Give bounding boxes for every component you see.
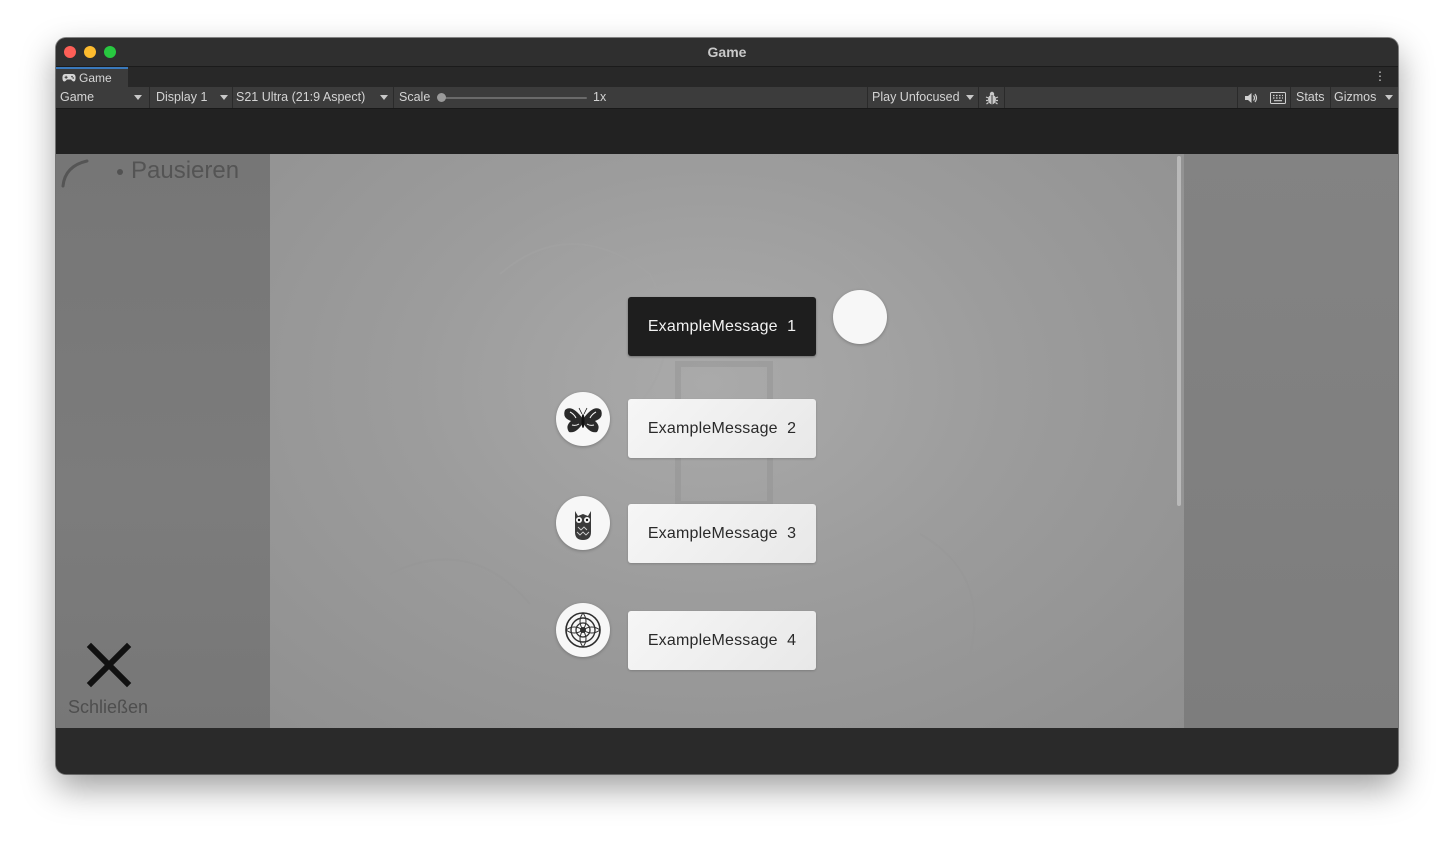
letterbox-top xyxy=(56,109,1398,154)
play-mode-dropdown[interactable]: Play Unfocused xyxy=(868,87,976,108)
tab-strip: Game ⋮ xyxy=(56,67,1398,87)
right-panel xyxy=(1184,154,1398,728)
display-dropdown[interactable]: Display 1 xyxy=(152,87,230,108)
flower-icon xyxy=(556,603,610,657)
game-window: Game Game ⋮ Game Display 1 S21 Ultra (21… xyxy=(56,38,1398,774)
butterfly-icon xyxy=(556,392,610,446)
view-mode-dropdown[interactable]: Game xyxy=(56,87,146,108)
message-item-3[interactable]: ExampleMessage 3 xyxy=(628,504,816,563)
scale-value: 1x xyxy=(593,90,607,104)
audio-icon[interactable] xyxy=(1241,87,1261,108)
display-label: Display 1 xyxy=(156,90,208,104)
view-mode-label: Game xyxy=(60,90,95,104)
game-toolbar: Game Display 1 S21 Ultra (21:9 Aspect) S… xyxy=(56,87,1398,109)
chevron-down-icon xyxy=(380,95,388,100)
more-options-icon[interactable]: ⋮ xyxy=(1374,69,1386,83)
pause-icon[interactable] xyxy=(60,158,96,194)
game-viewport[interactable]: Pausieren Schließen ExampleMessage 1 Exa… xyxy=(56,154,1398,728)
scale-label: Scale xyxy=(399,90,431,104)
gamepad-icon xyxy=(62,72,76,86)
title-bar: Game xyxy=(56,38,1398,67)
window-title: Game xyxy=(707,44,747,60)
close-button-label[interactable]: Schließen xyxy=(68,697,148,718)
message-item-2[interactable]: ExampleMessage 2 xyxy=(628,399,816,458)
stats-button[interactable]: Stats xyxy=(1296,90,1325,104)
gizmos-dropdown[interactable]: Gizmos xyxy=(1332,87,1398,108)
close-icon[interactable] xyxy=(86,642,132,688)
bug-icon[interactable] xyxy=(982,87,1002,108)
resolution-label: S21 Ultra (21:9 Aspect) xyxy=(236,90,366,104)
resolution-dropdown[interactable]: S21 Ultra (21:9 Aspect) xyxy=(234,87,392,108)
scale-slider-handle[interactable] xyxy=(437,93,446,102)
chevron-down-icon xyxy=(1385,95,1393,100)
message-item-1[interactable]: ExampleMessage 1 xyxy=(628,297,816,356)
message-area: ExampleMessage 1 ExampleMessage 2 Exampl… xyxy=(270,154,1184,728)
blank-avatar-circle xyxy=(833,290,887,344)
chevron-down-icon xyxy=(220,95,228,100)
gizmos-label: Gizmos xyxy=(1334,90,1377,104)
pause-dot xyxy=(117,169,123,175)
tab-game[interactable]: Game xyxy=(56,67,128,87)
message-item-4[interactable]: ExampleMessage 4 xyxy=(628,611,816,670)
tab-label: Game xyxy=(79,71,112,85)
keyboard-icon[interactable] xyxy=(1267,87,1289,108)
scrollbar[interactable] xyxy=(1177,156,1181,506)
pause-button[interactable]: Pausieren xyxy=(131,157,239,185)
owl-icon xyxy=(556,496,610,550)
letterbox-bottom xyxy=(56,728,1398,774)
chevron-down-icon xyxy=(134,95,142,100)
play-mode-label: Play Unfocused xyxy=(872,90,960,104)
scale-slider-track[interactable] xyxy=(441,97,587,99)
left-panel: Pausieren Schließen xyxy=(56,154,270,728)
chevron-down-icon xyxy=(966,95,974,100)
